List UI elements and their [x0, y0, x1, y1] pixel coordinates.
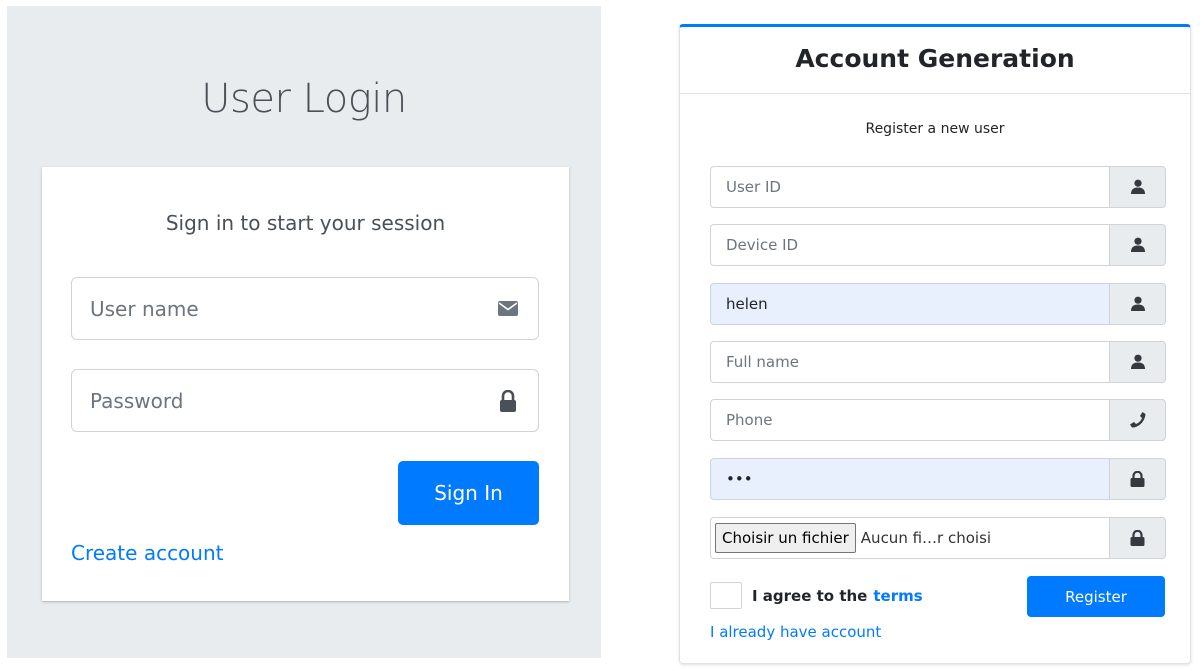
login-box-message: Sign in to start your session: [165, 211, 446, 235]
login-panel: User Login Sign in to start your session…: [7, 6, 601, 658]
password-field[interactable]: Password: [71, 369, 539, 432]
user-id-row: User ID: [710, 166, 1166, 208]
user-icon: [1109, 341, 1166, 383]
file-status-text: Aucun fi…r choisi: [860, 529, 992, 547]
password-row: •••: [710, 458, 1166, 500]
create-account-link[interactable]: Create account: [71, 541, 224, 565]
register-card: Account Generation Register a new user U…: [679, 24, 1191, 664]
password-input[interactable]: •••: [710, 458, 1109, 500]
terms-link[interactable]: terms: [873, 587, 922, 605]
agree-terms-label: I agree to the: [752, 586, 868, 605]
login-page-title: User Login: [201, 76, 407, 122]
register-title: Account Generation: [795, 44, 1075, 73]
device-id-row: Device ID: [710, 224, 1166, 266]
user-id-input[interactable]: User ID: [710, 166, 1109, 208]
phone-icon: [1109, 399, 1166, 441]
full-name-input[interactable]: Full name: [710, 341, 1109, 383]
sign-in-button[interactable]: Sign In: [398, 461, 539, 525]
lock-icon: [1109, 517, 1166, 559]
already-have-account-link[interactable]: I already have account: [710, 623, 881, 641]
register-card-header: Account Generation: [680, 27, 1190, 94]
username-row: helen: [710, 283, 1166, 325]
agree-terms: I agree to the terms: [710, 582, 923, 609]
phone-input[interactable]: Phone: [710, 399, 1109, 441]
user-icon: [1109, 166, 1166, 208]
password-placeholder: Password: [90, 388, 184, 413]
choose-file-button[interactable]: Choisir un fichier: [715, 523, 856, 553]
user-icon: [1109, 224, 1166, 266]
lock-icon: [496, 389, 520, 413]
phone-row: Phone: [710, 399, 1166, 441]
full-name-row: Full name: [710, 341, 1166, 383]
envelope-icon: [496, 297, 520, 321]
file-upload-input[interactable]: Choisir un fichier Aucun fi…r choisi: [710, 517, 1109, 559]
login-card: Sign in to start your session User name …: [42, 167, 569, 601]
lock-icon: [1109, 458, 1166, 500]
file-upload-row: Choisir un fichier Aucun fi…r choisi: [710, 517, 1166, 559]
user-icon: [1109, 283, 1166, 325]
username-field[interactable]: User name: [71, 277, 539, 340]
register-button[interactable]: Register: [1027, 576, 1165, 617]
device-id-input[interactable]: Device ID: [710, 224, 1109, 266]
register-box-message: Register a new user: [865, 121, 1005, 137]
agree-terms-checkbox[interactable]: [710, 582, 742, 609]
username-input[interactable]: helen: [710, 283, 1109, 325]
username-placeholder: User name: [90, 296, 199, 321]
